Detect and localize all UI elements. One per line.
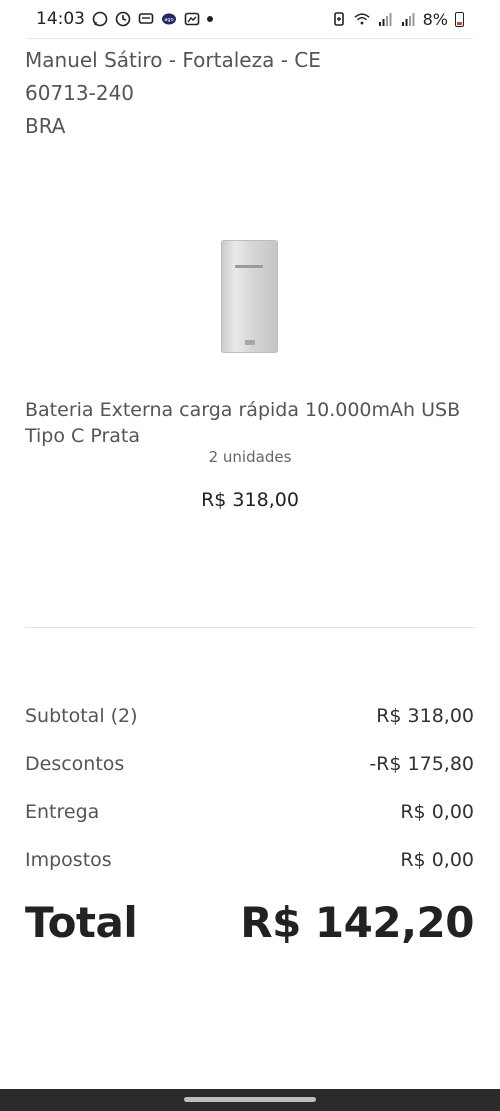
top-divider — [27, 38, 473, 39]
photo-icon — [184, 12, 200, 26]
battery-icon — [455, 11, 464, 27]
summary-row-taxes: Impostos R$ 0,00 — [25, 849, 474, 871]
shipping-label: Entrega — [25, 801, 100, 823]
status-bar: 14:03 ago 8% — [0, 0, 500, 38]
notification-dot-icon — [207, 16, 213, 22]
subtotal-label: Subtotal (2) — [25, 705, 138, 727]
signal-icon — [378, 13, 392, 26]
clock-app-icon — [115, 11, 131, 27]
product-quantity: 2 unidades — [208, 448, 292, 466]
address-line-zip: 60713-240 — [25, 81, 135, 105]
summary-row-shipping: Entrega R$ 0,00 — [25, 801, 474, 823]
status-time: 14:03 — [36, 9, 85, 29]
chat-icon — [138, 13, 154, 24]
order-summary-screen: 14:03 ago 8% Manuel Sátiro - Fortaleza -… — [0, 0, 500, 1111]
home-gesture-handle[interactable] — [184, 1097, 316, 1102]
product-image — [221, 240, 278, 353]
system-navigation-bar — [0, 1089, 500, 1111]
taxes-label: Impostos — [25, 849, 112, 871]
subtotal-value: R$ 318,00 — [376, 705, 474, 727]
status-bar-right: 8% — [331, 10, 464, 29]
product-name: Bateria Externa carga rápida 10.000mAh U… — [25, 399, 461, 447]
summary-row-total: Total R$ 142,20 — [25, 898, 474, 947]
signal-icon-2 — [401, 13, 415, 26]
taxes-value: R$ 0,00 — [400, 849, 474, 871]
product-price: R$ 318,00 — [201, 489, 299, 511]
battery-saver-icon — [333, 12, 344, 26]
status-bar-left: 14:03 ago — [36, 9, 213, 29]
battery-percent: 8% — [422, 9, 448, 29]
wifi-icon — [354, 13, 370, 25]
total-value: R$ 142,20 — [240, 898, 474, 947]
shipping-value: R$ 0,00 — [400, 801, 474, 823]
svg-text:ago: ago — [164, 17, 173, 23]
whatsapp-icon — [92, 11, 108, 27]
app-icon: ago — [162, 13, 176, 25]
address-line-country: BRA — [25, 114, 66, 138]
discounts-value: -R$ 175,80 — [369, 753, 474, 775]
summary-row-subtotal: Subtotal (2) R$ 318,00 — [25, 705, 474, 727]
section-divider — [25, 627, 475, 628]
discounts-label: Descontos — [25, 753, 125, 775]
total-label: Total — [25, 898, 138, 947]
address-line-city: Manuel Sátiro - Fortaleza - CE — [25, 48, 321, 72]
summary-row-discounts: Descontos -R$ 175,80 — [25, 753, 474, 775]
shipping-address: Manuel Sátiro - Fortaleza - CE 60713-240… — [25, 44, 321, 143]
